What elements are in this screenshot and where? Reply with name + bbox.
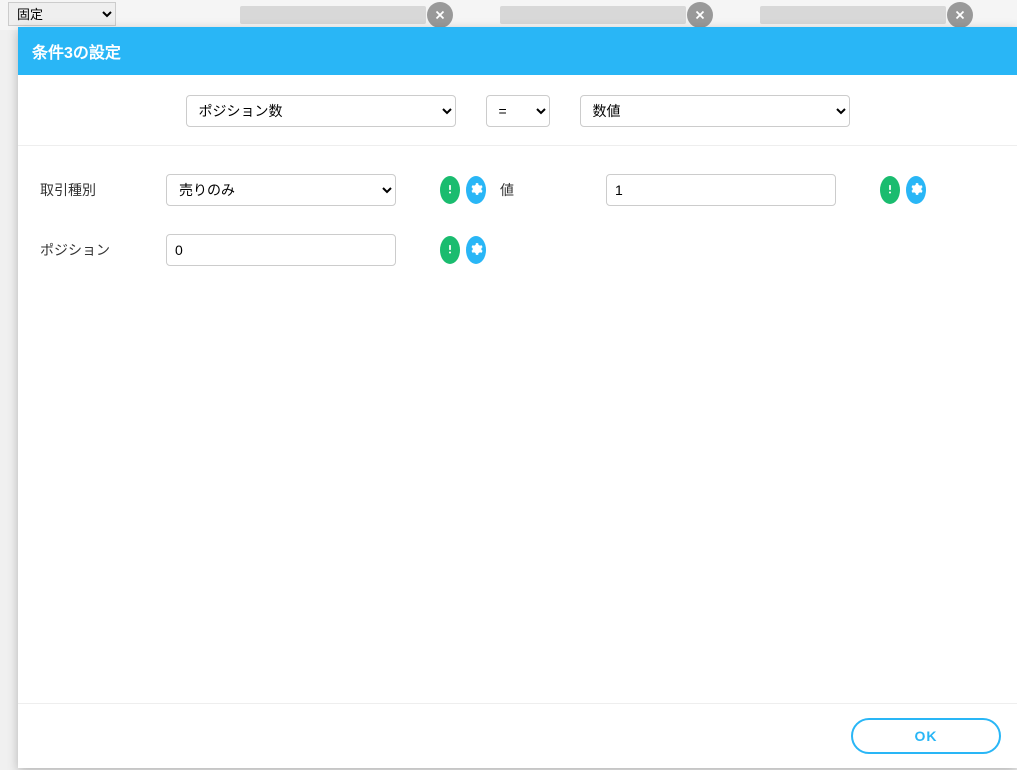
bg-bar xyxy=(500,6,686,24)
operator-select[interactable]: = xyxy=(486,95,550,127)
trade-type-select[interactable]: 売りのみ xyxy=(166,174,396,206)
modal-top-selector-row: ポジション数 = 数値 xyxy=(18,75,1017,146)
position-alert-button[interactable] xyxy=(440,236,460,264)
condition-settings-modal: 条件3の設定 ポジション数 = 数値 取引種別 売りのみ xyxy=(18,27,1017,768)
gear-icon xyxy=(469,242,483,259)
close-icon[interactable] xyxy=(687,2,713,28)
value-settings-button[interactable] xyxy=(906,176,926,204)
left-quantity-select[interactable]: ポジション数 xyxy=(186,95,456,127)
trade-type-label: 取引種別 xyxy=(26,180,166,200)
position-input[interactable] xyxy=(166,234,396,266)
bg-fixed-select[interactable]: 固定 xyxy=(8,2,116,26)
modal-footer: OK xyxy=(18,703,1017,768)
value-input[interactable] xyxy=(606,174,836,206)
gear-icon xyxy=(909,182,923,199)
trade-type-settings-button[interactable] xyxy=(466,176,486,204)
bg-bar xyxy=(240,6,426,24)
position-settings-button[interactable] xyxy=(466,236,486,264)
bg-bar xyxy=(760,6,946,24)
ok-button[interactable]: OK xyxy=(851,718,1001,754)
gear-icon xyxy=(469,182,483,199)
position-label: ポジション xyxy=(26,240,166,260)
modal-body: 取引種別 売りのみ 値 xyxy=(18,146,1017,703)
background-layer: 固定 xyxy=(0,0,1017,30)
value-alert-button[interactable] xyxy=(880,176,900,204)
modal-title: 条件3の設定 xyxy=(18,27,1017,75)
close-icon[interactable] xyxy=(947,2,973,28)
close-icon[interactable] xyxy=(427,2,453,28)
alert-icon xyxy=(443,242,457,259)
value-label: 値 xyxy=(486,180,606,200)
trade-type-alert-button[interactable] xyxy=(440,176,460,204)
alert-icon xyxy=(883,182,897,199)
right-value-type-select[interactable]: 数値 xyxy=(580,95,850,127)
alert-icon xyxy=(443,182,457,199)
